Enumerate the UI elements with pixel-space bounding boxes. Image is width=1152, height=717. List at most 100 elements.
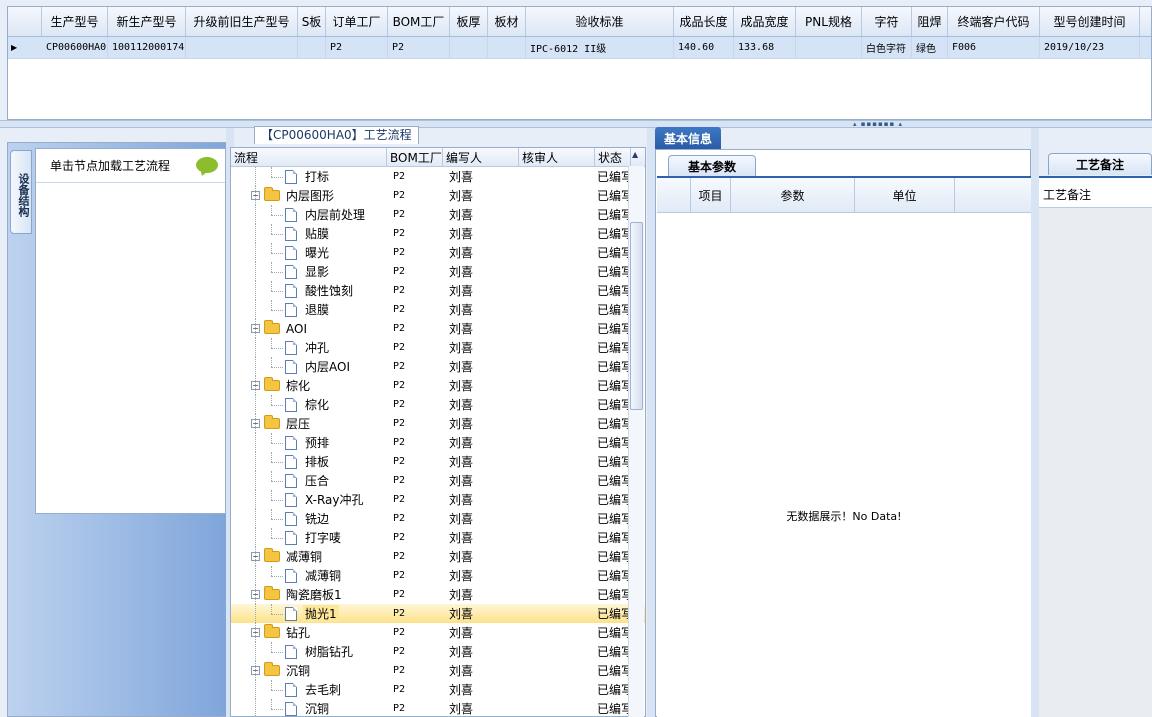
tree-node[interactable]: 棕化 xyxy=(231,395,387,414)
author-cell[interactable]: 刘喜 xyxy=(443,282,519,299)
tree-node-label[interactable]: 去毛刺 xyxy=(303,681,343,698)
author-cell[interactable]: 刘喜 xyxy=(443,662,519,679)
tree-row[interactable]: 抛光1 P2 刘喜 已编写 xyxy=(231,604,645,623)
tree-node[interactable]: 减薄铜 xyxy=(231,566,387,585)
bom-factory-cell[interactable]: P2 xyxy=(387,209,443,220)
tree-node-label[interactable]: 棕化 xyxy=(284,377,312,394)
table-row[interactable]: ▶ CP00600HA010011200017475 P2P2 IPC-6012 I… xyxy=(8,37,1151,59)
tree-row[interactable]: − 陶瓷磨板1 P2 刘喜 已编写 xyxy=(231,585,645,604)
author-cell[interactable]: 刘喜 xyxy=(443,320,519,337)
column-header[interactable]: 编写人 xyxy=(443,148,519,166)
bom-factory-cell[interactable]: P2 xyxy=(387,361,443,372)
tree-node-label[interactable]: 棕化 xyxy=(303,396,331,413)
author-cell[interactable]: 刘喜 xyxy=(443,605,519,622)
author-cell[interactable]: 刘喜 xyxy=(443,700,519,716)
tree-row[interactable]: 打标 P2 刘喜 已编写 xyxy=(231,167,645,186)
bom-factory-cell[interactable]: P2 xyxy=(387,627,443,638)
author-cell[interactable]: 刘喜 xyxy=(443,548,519,565)
column-header[interactable]: 终端客户代码 xyxy=(948,7,1040,36)
bom-factory-cell[interactable]: P2 xyxy=(387,247,443,258)
bom-factory-cell[interactable]: P2 xyxy=(387,304,443,315)
bom-factory-cell[interactable]: P2 xyxy=(387,285,443,296)
tree-node-label[interactable]: 内层图形 xyxy=(284,187,336,204)
tree-row[interactable]: 去毛刺 P2 刘喜 已编写 xyxy=(231,680,645,699)
column-header-param[interactable]: 参数 xyxy=(731,178,855,212)
author-cell[interactable]: 刘喜 xyxy=(443,434,519,451)
author-cell[interactable]: 刘喜 xyxy=(443,491,519,508)
column-header[interactable]: 订单工厂 xyxy=(326,7,388,36)
table-cell[interactable]: IPC-6012 II级 xyxy=(526,37,674,58)
tree-node[interactable]: 打字唛 xyxy=(231,528,387,547)
tree-node[interactable]: − AOI xyxy=(231,319,387,338)
table-cell[interactable]: P2 xyxy=(326,37,388,58)
author-cell[interactable]: 刘喜 xyxy=(443,415,519,432)
status-cell[interactable]: 已编写 xyxy=(595,187,631,204)
tree-node-label[interactable]: 预排 xyxy=(303,434,331,451)
tree-node-label[interactable]: 退膜 xyxy=(303,301,331,318)
column-header[interactable]: 阻焊 xyxy=(912,7,948,36)
column-header[interactable]: 生产型号 xyxy=(42,7,108,36)
status-cell[interactable]: 已编写 xyxy=(595,434,631,451)
status-cell[interactable]: 已编写 xyxy=(595,681,631,698)
bom-factory-cell[interactable]: P2 xyxy=(387,323,443,334)
bom-factory-cell[interactable]: P2 xyxy=(387,532,443,543)
status-cell[interactable]: 已编写 xyxy=(595,396,631,413)
status-cell[interactable]: 已编写 xyxy=(595,472,631,489)
tree-row[interactable]: − 钻孔 P2 刘喜 已编写 xyxy=(231,623,645,642)
status-cell[interactable]: 已编写 xyxy=(595,700,631,716)
tree-node[interactable]: 树脂钻孔 xyxy=(231,642,387,661)
tree-node[interactable]: − 减薄铜 xyxy=(231,547,387,566)
author-cell[interactable]: 刘喜 xyxy=(443,643,519,660)
tree-node-label[interactable]: 打标 xyxy=(303,168,331,185)
tree-node-label[interactable]: 层压 xyxy=(284,415,312,432)
bom-factory-cell[interactable]: P2 xyxy=(387,494,443,505)
column-header[interactable]: 核审人 xyxy=(519,148,595,166)
tree-node[interactable]: − 陶瓷磨板1 xyxy=(231,585,387,604)
tree-node[interactable]: 内层前处理 xyxy=(231,205,387,224)
column-header[interactable]: 字符 xyxy=(862,7,912,36)
author-cell[interactable]: 刘喜 xyxy=(443,187,519,204)
author-cell[interactable]: 刘喜 xyxy=(443,681,519,698)
tree-node-label[interactable]: 贴膜 xyxy=(303,225,331,242)
tree-row[interactable]: 铣边 P2 刘喜 已编写 xyxy=(231,509,645,528)
chat-bubble-icon[interactable] xyxy=(196,157,218,173)
status-cell[interactable]: 已编写 xyxy=(595,453,631,470)
table-cell[interactable]: F006 xyxy=(948,37,1040,58)
table-cell[interactable] xyxy=(450,37,488,58)
tree-row[interactable]: 退膜 P2 刘喜 已编写 xyxy=(231,300,645,319)
tab-basic-params[interactable]: 基本参数 xyxy=(668,155,756,176)
author-cell[interactable]: 刘喜 xyxy=(443,339,519,356)
tree-row[interactable]: 预排 P2 刘喜 已编写 xyxy=(231,433,645,452)
column-header[interactable]: 板厚 xyxy=(450,7,488,36)
tree-row[interactable]: 曝光 P2 刘喜 已编写 xyxy=(231,243,645,262)
tab-basic-info[interactable]: 基本信息 xyxy=(655,127,721,149)
tree-node[interactable]: 预排 xyxy=(231,433,387,452)
status-cell[interactable]: 已编写 xyxy=(595,662,631,679)
column-header-item[interactable]: 项目 xyxy=(691,178,731,212)
table-cell[interactable]: 绿色 xyxy=(912,37,948,58)
tree-row[interactable]: − AOI P2 刘喜 已编写 xyxy=(231,319,645,338)
status-cell[interactable]: 已编写 xyxy=(595,339,631,356)
bom-factory-cell[interactable]: P2 xyxy=(387,171,443,182)
tree-node-label[interactable]: 酸性蚀刻 xyxy=(303,282,355,299)
table-cell[interactable] xyxy=(186,37,298,58)
table-cell[interactable]: 133.68 xyxy=(734,37,796,58)
bom-factory-cell[interactable]: P2 xyxy=(387,399,443,410)
author-cell[interactable]: 刘喜 xyxy=(443,624,519,641)
bom-factory-cell[interactable]: P2 xyxy=(387,646,443,657)
tree-node-label[interactable]: 钻孔 xyxy=(284,624,312,641)
column-header[interactable]: 板材 xyxy=(488,7,526,36)
tab-process-remarks[interactable]: 工艺备注 xyxy=(1048,153,1152,175)
tree-row[interactable]: − 棕化 P2 刘喜 已编写 xyxy=(231,376,645,395)
tree-node[interactable]: 酸性蚀刻 xyxy=(231,281,387,300)
tree-node[interactable]: − 内层图形 xyxy=(231,186,387,205)
tree-node[interactable]: 铣边 xyxy=(231,509,387,528)
tree-row[interactable]: 打字唛 P2 刘喜 已编写 xyxy=(231,528,645,547)
tree-row[interactable]: X-Ray冲孔 P2 刘喜 已编写 xyxy=(231,490,645,509)
tree-node[interactable]: 打标 xyxy=(231,167,387,186)
bom-factory-cell[interactable]: P2 xyxy=(387,475,443,486)
right-splitter[interactable] xyxy=(1031,128,1039,717)
tree-scrollbar[interactable]: ▲ xyxy=(628,150,644,717)
tree-node-label[interactable]: 沉铜 xyxy=(284,662,312,679)
tree-node[interactable]: 内层AOI xyxy=(231,357,387,376)
